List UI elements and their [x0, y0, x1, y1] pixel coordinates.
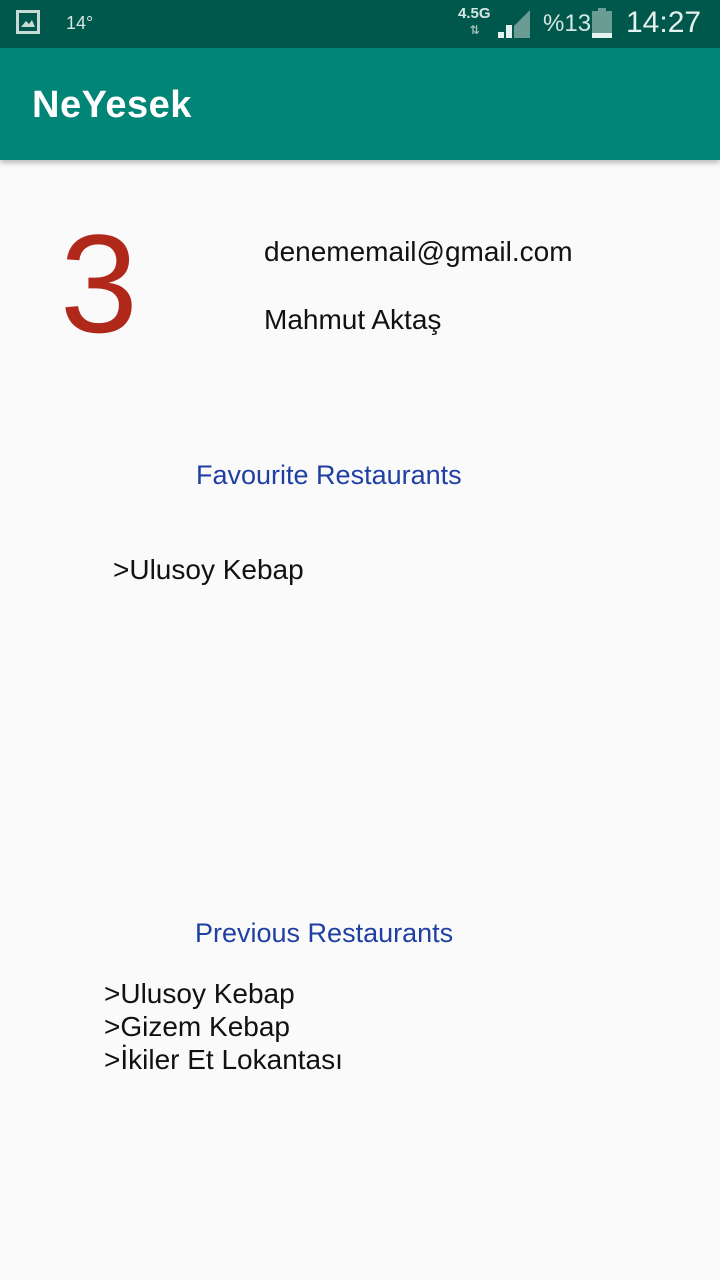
status-bar: 14° 4.5G ⇅ %13 14:27 [0, 0, 720, 48]
previous-restaurants-list: >Ulusoy Kebap >Gizem Kebap >İkiler Et Lo… [104, 977, 343, 1076]
temperature-text: 14° [66, 13, 94, 33]
user-name: Mahmut Aktaş [264, 304, 442, 335]
gallery-icon [16, 10, 40, 34]
user-email: denememail@gmail.com [264, 236, 573, 267]
previous-restaurants-title: Previous Restaurants [195, 918, 454, 948]
previous-restaurant-item[interactable]: >Ulusoy Kebap [104, 977, 343, 1010]
app-title: NeYesek [32, 84, 192, 126]
clock: 14:27 [626, 6, 702, 39]
battery-percent: %13 [543, 10, 592, 37]
favourite-restaurants-title: Favourite Restaurants [196, 460, 462, 490]
favourite-restaurants-list: >Ulusoy Kebap [113, 554, 304, 586]
network-type-indicator: 4.5G ⇅ [458, 6, 491, 38]
favourites-count: 3 [60, 205, 138, 362]
data-arrows-icon: ⇅ [469, 23, 480, 37]
network-type-label: 4.5G [458, 5, 491, 22]
battery-icon [592, 8, 612, 38]
previous-restaurant-item[interactable]: >İkiler Et Lokantası [104, 1043, 343, 1076]
favourite-restaurant-item[interactable]: >Ulusoy Kebap [113, 554, 304, 586]
signal-icon [498, 10, 530, 38]
previous-restaurant-item[interactable]: >Gizem Kebap [104, 1010, 343, 1043]
app-bar: NeYesek [0, 48, 720, 160]
